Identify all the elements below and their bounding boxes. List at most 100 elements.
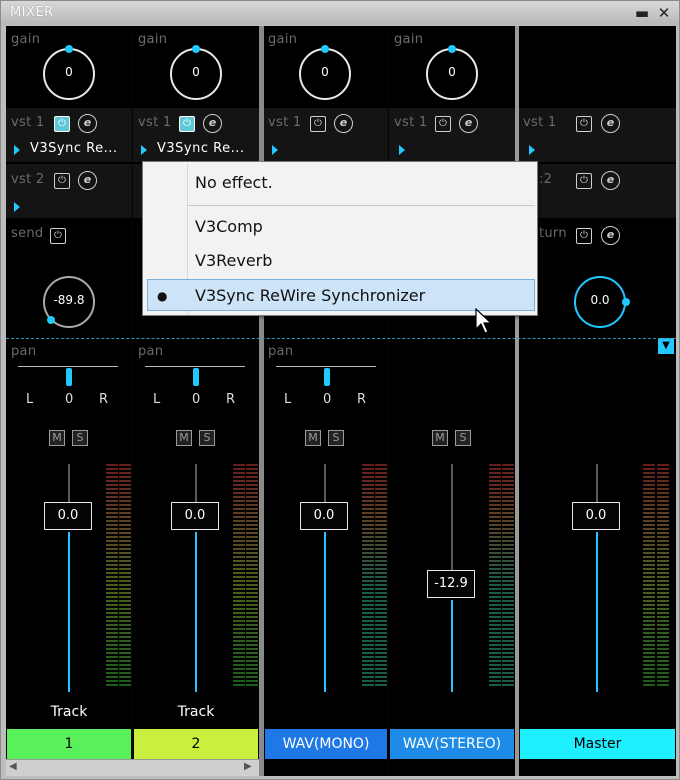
level-meter-left	[233, 462, 245, 688]
strip-name-label[interactable]: WAV(MONO)	[265, 729, 387, 759]
vst1-expand-icon[interactable]	[272, 145, 278, 155]
gain-knob[interactable]: 0	[170, 45, 222, 100]
vst1-edit-button[interactable]: e	[203, 114, 222, 133]
vst2-edit-button[interactable]: e	[601, 171, 620, 190]
solo-button[interactable]: S	[328, 430, 344, 446]
menu-item-v3comp[interactable]: V3Comp	[143, 211, 537, 243]
solo-button[interactable]: S	[455, 430, 471, 446]
send-knob[interactable]: -89.8	[43, 276, 95, 328]
strip-name-label[interactable]: 2	[134, 729, 258, 759]
knob-indicator	[47, 316, 55, 324]
strip-type-label: Track	[177, 704, 215, 720]
vst2-edit-button[interactable]: e	[78, 171, 97, 190]
pan-handle[interactable]	[193, 368, 199, 386]
pan-left-label: L	[284, 392, 292, 407]
pan-label: pan	[268, 344, 294, 359]
vst1-power-button[interactable]: ⏻	[435, 116, 451, 132]
menu-item-no-effect[interactable]: No effect.	[143, 167, 537, 199]
vst2-power-button[interactable]: ⏻	[576, 173, 592, 189]
fader-level-bar	[451, 600, 453, 692]
vst1-edit-button[interactable]: e	[334, 114, 353, 133]
vst1-edit-button[interactable]: e	[78, 114, 97, 133]
knob-indicator	[321, 45, 329, 53]
gain-knob[interactable]: 0	[43, 45, 95, 100]
strip-name-label[interactable]: 1	[7, 729, 131, 759]
menu-item-label: V3Comp	[195, 217, 263, 236]
return-power-button[interactable]: ⏻	[576, 228, 592, 244]
vst1-edit-button[interactable]: e	[459, 114, 478, 133]
gain-knob[interactable]: 0	[299, 45, 351, 100]
gain-label: gain	[394, 32, 424, 47]
scroll-right-icon[interactable]: ▶	[244, 761, 252, 772]
vst1-expand-icon[interactable]	[141, 145, 147, 155]
vst1-expand-icon[interactable]	[399, 145, 405, 155]
fader-handle[interactable]: -12.9	[427, 570, 475, 598]
vst2-label: vst 2	[11, 172, 45, 187]
vst1-power-button[interactable]: ⏻	[179, 116, 195, 132]
mute-button[interactable]: M	[176, 430, 192, 446]
vst1-expand-icon[interactable]	[529, 145, 535, 155]
fader-rail-upper	[451, 464, 453, 570]
vst1-label: vst 1	[394, 115, 428, 130]
send-power-button[interactable]: ⏻	[50, 228, 66, 244]
pan-left-label: L	[26, 392, 34, 407]
horizontal-scrollbar[interactable]: ◀ ▶	[6, 759, 259, 776]
mute-button[interactable]: M	[432, 430, 448, 446]
fader-level-bar	[324, 532, 326, 692]
fader-level-bar	[596, 532, 598, 692]
return-knob[interactable]: 0.0	[574, 276, 630, 328]
gain-label: gain	[268, 32, 298, 47]
solo-button[interactable]: S	[72, 430, 88, 446]
fader-handle[interactable]: 0.0	[300, 502, 348, 530]
window-title: MIXER	[10, 5, 54, 20]
menu-item-v3reverb[interactable]: V3Reverb	[143, 245, 537, 277]
pan-center-label: 0	[65, 392, 74, 407]
vst1-edit-button[interactable]: e	[601, 114, 620, 133]
fader-handle[interactable]: 0.0	[44, 502, 92, 530]
strip-name-label[interactable]: WAV(STEREO)	[390, 729, 514, 759]
gain-value: 0	[321, 65, 329, 79]
channel-strip-1: gain 0 vst 1 ⏻ e V3Sync Re... vst 2 ⏻ e …	[6, 26, 132, 776]
vst1-label: vst 1	[11, 115, 45, 130]
strip-type-label: Track	[50, 704, 88, 720]
pan-handle[interactable]	[66, 368, 72, 386]
vst1-expand-icon[interactable]	[14, 145, 20, 155]
level-meter-right	[502, 462, 514, 688]
vst1-power-button[interactable]: ⏻	[54, 116, 70, 132]
mixer-panel: gain 0 vst 1 ⏻ e V3Sync Re... vst 2 ⏻ e …	[6, 26, 676, 776]
level-meter-right	[119, 462, 131, 688]
strip-name-label[interactable]: Master	[520, 729, 675, 759]
selected-bullet-icon: ●	[157, 289, 168, 303]
fader-handle[interactable]: 0.0	[171, 502, 219, 530]
fader-rail-upper	[195, 464, 197, 502]
mute-button[interactable]: M	[305, 430, 321, 446]
mute-button[interactable]: M	[49, 430, 65, 446]
pan-label: pan	[11, 344, 37, 359]
vst1-power-button[interactable]: ⏻	[310, 116, 326, 132]
channel-strip-3: gain 0 vst 1 ⏻ e pan L 0 R M S 0.0 WAV(M…	[264, 26, 388, 776]
minimize-button[interactable]: ▬	[633, 4, 651, 22]
vst2-power-button[interactable]: ⏻	[54, 173, 70, 189]
vst1-effect-name[interactable]: V3Sync Re...	[30, 141, 117, 156]
vst1-label: vst 1	[523, 115, 557, 130]
pan-handle[interactable]	[324, 368, 330, 386]
gain-knob[interactable]: 0	[426, 45, 478, 100]
send-value: -89.8	[53, 293, 85, 307]
solo-button[interactable]: S	[199, 430, 215, 446]
vst1-effect-name[interactable]: V3Sync Re...	[157, 141, 244, 156]
title-bar[interactable]: MIXER ▬ ✕	[1, 1, 679, 25]
vst1-power-button[interactable]: ⏻	[576, 116, 592, 132]
vst2-expand-icon[interactable]	[14, 202, 20, 212]
level-meter-left	[362, 462, 374, 688]
dropdown-toggle-icon[interactable]: ▼	[658, 338, 674, 354]
menu-item-v3sync[interactable]: ● V3Sync ReWire Synchronizer	[147, 279, 535, 311]
gain-label: gain	[138, 32, 168, 47]
channel-strip-2: gain 0 vst 1 ⏻ e V3Sync Re... pan L 0 R …	[133, 26, 259, 776]
scroll-left-icon[interactable]: ◀	[9, 761, 17, 772]
close-button[interactable]: ✕	[655, 4, 673, 22]
level-meter-left	[489, 462, 501, 688]
fader-handle[interactable]: 0.0	[572, 502, 620, 530]
level-meter-left	[643, 462, 655, 688]
return-edit-button[interactable]: e	[601, 226, 620, 245]
effect-menu: No effect. V3Comp V3Reverb ● V3Sync ReWi…	[142, 161, 538, 316]
